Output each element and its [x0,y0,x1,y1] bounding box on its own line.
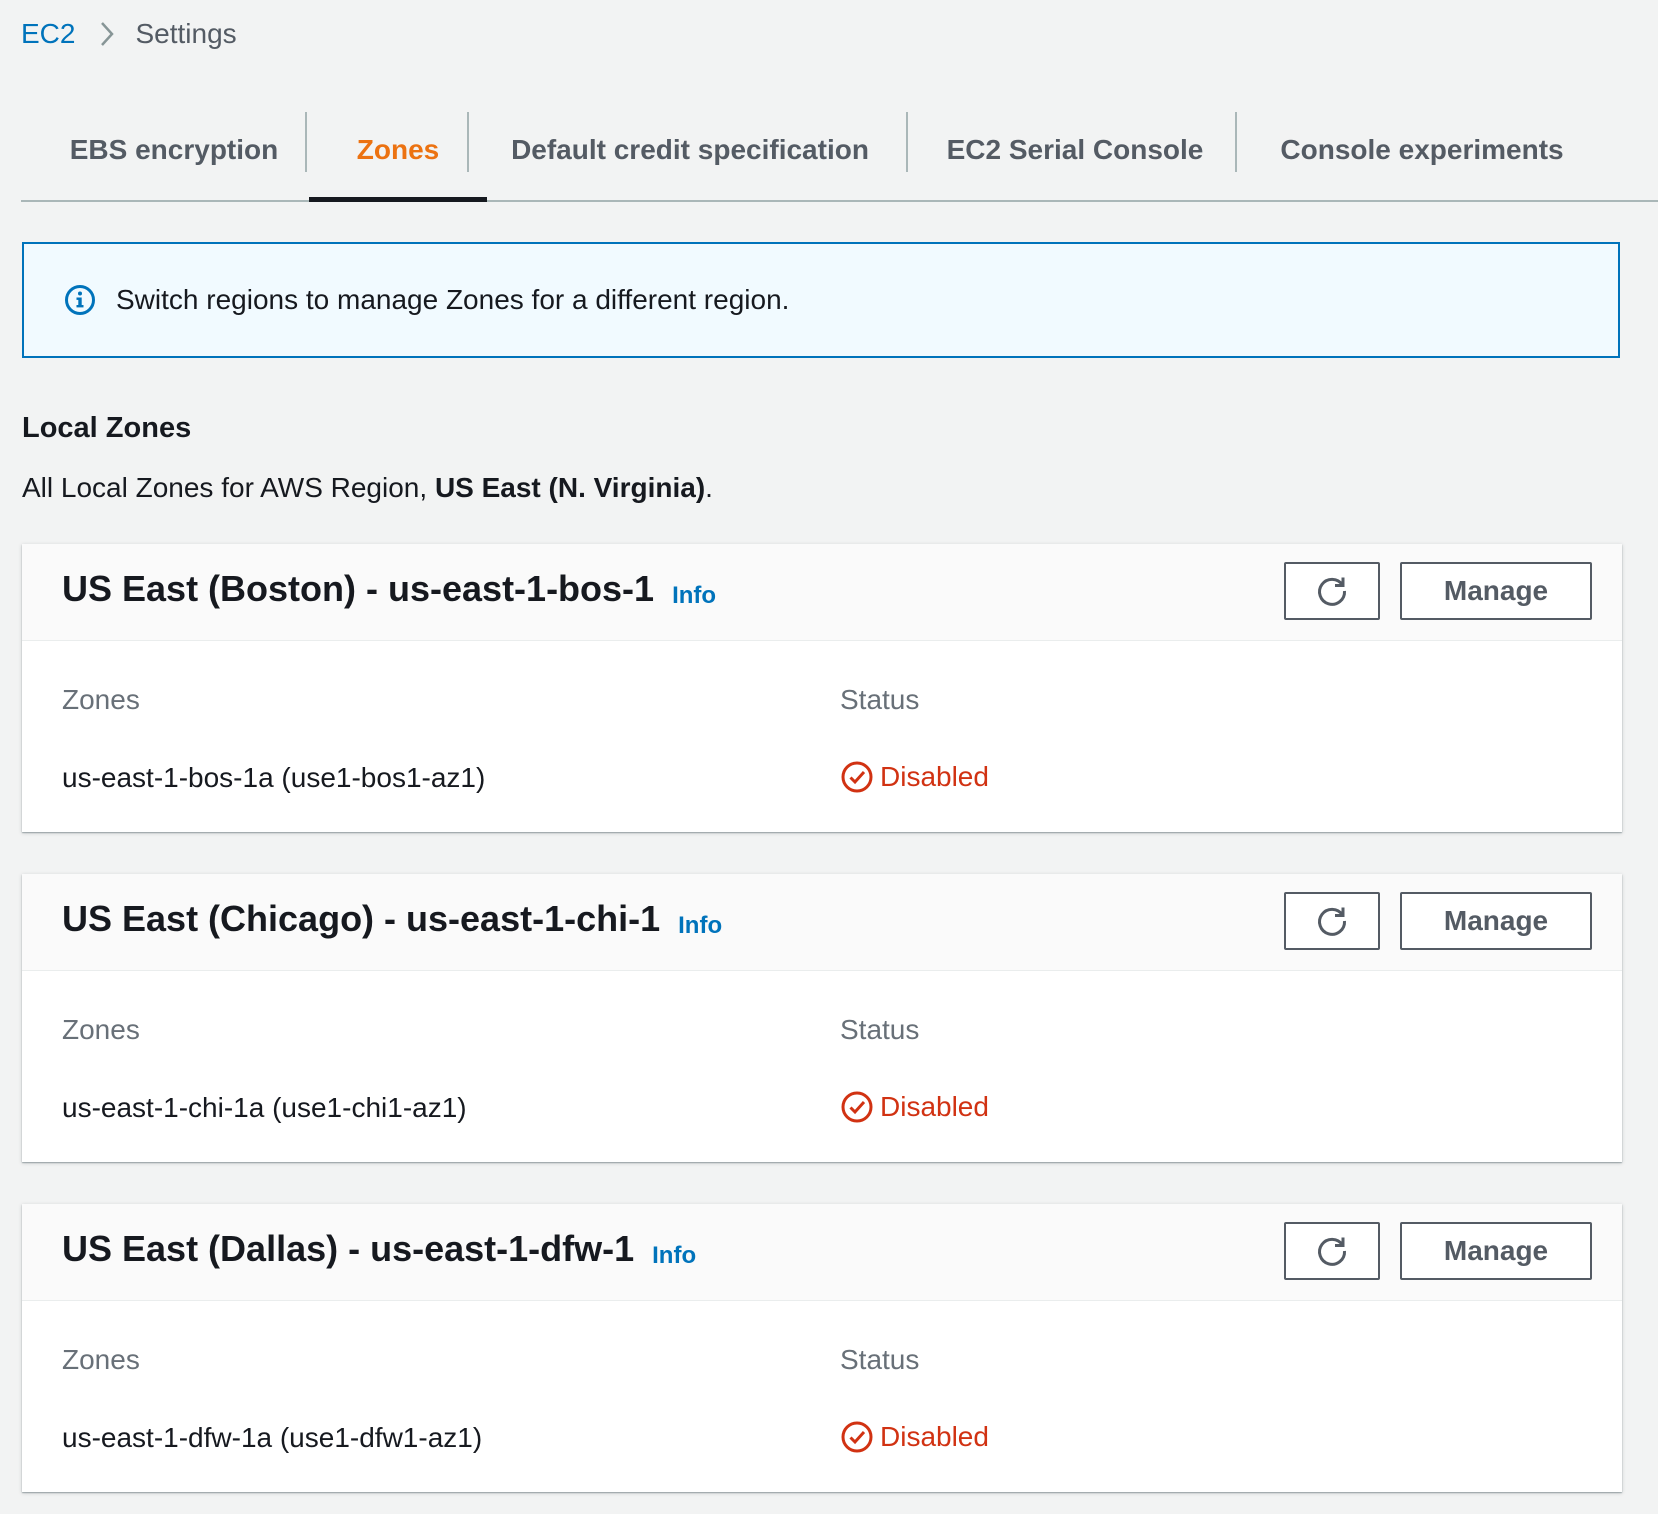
status-column-label: Status [840,684,920,715]
breadcrumb-ec2-link[interactable]: EC2 [21,18,75,50]
status-text: Disabled [880,761,989,792]
refresh-button[interactable] [1284,892,1380,950]
manage-button[interactable]: Manage [1400,1222,1592,1280]
info-link[interactable]: Info [678,912,722,939]
settings-tabs: EBS encryption Zones Default credit spec… [21,100,1658,202]
tab-ebs-encryption[interactable]: EBS encryption [21,100,327,200]
zone-name: us-east-1-dfw-1a (use1-dfw1-az1) [62,1422,483,1453]
info-circle-icon [64,284,96,316]
card-title: US East (Dallas) - us-east-1-dfw-1 Info [62,1228,696,1270]
zone-group-name: US East (Boston) - us-east-1-bos-1 [62,568,655,609]
description-suffix: . [705,472,713,503]
breadcrumb-current: Settings [135,18,237,49]
manage-button[interactable]: Manage [1400,562,1592,620]
manage-button[interactable]: Manage [1400,892,1592,950]
zone-name: us-east-1-bos-1a (use1-bos1-az1) [62,762,486,793]
refresh-icon [1314,903,1350,939]
zones-column-label: Zones [62,1014,140,1045]
zones-column-label: Zones [62,1344,140,1375]
status-badge: Disabled [840,1090,989,1124]
status-check-circle-icon [840,760,874,794]
card-title: US East (Boston) - us-east-1-bos-1 Info [62,568,716,610]
info-alert-text: Switch regions to manage Zones for a dif… [116,284,790,315]
zone-group-name: US East (Chicago) - us-east-1-chi-1 [62,898,661,939]
local-zones-title: Local Zones [22,412,192,444]
chevron-right-icon [99,20,115,48]
tab-default-credit-specification[interactable]: Default credit specification [469,100,911,200]
tab-ec2-serial-console[interactable]: EC2 Serial Console [908,100,1242,200]
local-zone-card-dallas: US East (Dallas) - us-east-1-dfw-1 Info M… [22,1204,1622,1492]
status-check-circle-icon [840,1420,874,1454]
description-prefix: All Local Zones for AWS Region, [22,472,435,503]
local-zone-card-boston: US East (Boston) - us-east-1-bos-1 Info M… [22,544,1622,832]
status-text: Disabled [880,1421,989,1452]
card-header: US East (Boston) - us-east-1-bos-1 Info M… [22,544,1622,641]
status-column-label: Status [840,1014,920,1045]
card-header: US East (Dallas) - us-east-1-dfw-1 Info M… [22,1204,1622,1301]
region-name: US East (N. Virginia) [434,472,706,503]
card-header: US East (Chicago) - us-east-1-chi-1 Info … [22,874,1622,971]
local-zones-description: All Local Zones for AWS Region, US East … [22,472,713,504]
info-link[interactable]: Info [652,1242,696,1269]
zones-column-label: Zones [62,684,140,715]
zone-name: us-east-1-chi-1a (use1-chi1-az1) [62,1092,467,1123]
refresh-button[interactable] [1284,562,1380,620]
status-column-label: Status [840,1344,920,1375]
info-link[interactable]: Info [672,582,716,609]
breadcrumb: EC2 Settings [21,14,237,54]
card-title: US East (Chicago) - us-east-1-chi-1 Info [62,898,722,940]
status-check-circle-icon [840,1090,874,1124]
refresh-icon [1314,1233,1350,1269]
refresh-icon [1314,573,1350,609]
status-badge: Disabled [840,1420,989,1454]
zone-group-name: US East (Dallas) - us-east-1-dfw-1 [62,1228,635,1269]
tab-console-experiments[interactable]: Console experiments [1237,100,1607,200]
status-text: Disabled [880,1091,989,1122]
refresh-button[interactable] [1284,1222,1380,1280]
status-badge: Disabled [840,760,989,794]
tab-zones[interactable]: Zones [307,100,489,202]
local-zone-card-chicago: US East (Chicago) - us-east-1-chi-1 Info … [22,874,1622,1162]
info-alert: Switch regions to manage Zones for a dif… [22,242,1620,358]
